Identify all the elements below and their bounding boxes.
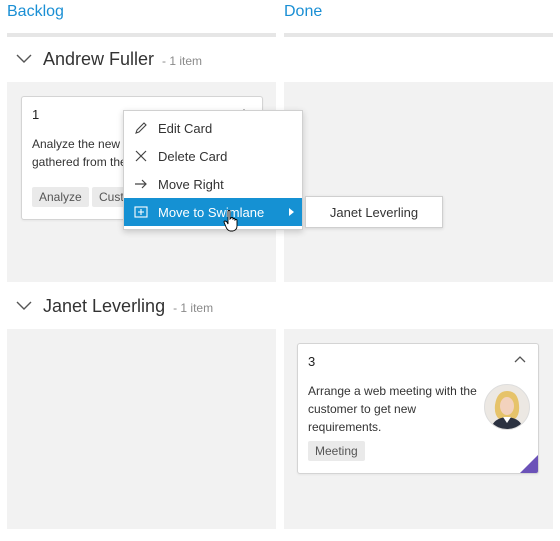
card-id: 1: [32, 107, 40, 122]
card-tag: Analyze: [32, 187, 89, 207]
swimlane-header-janet-leverling[interactable]: Janet Leverling - 1 item: [7, 284, 553, 328]
card-text-line: Arrange a web meeting with the: [308, 384, 477, 398]
move-icon: [133, 204, 149, 220]
avatar: [484, 384, 530, 430]
card-text-line: gathered from the: [32, 155, 127, 169]
kanban-card-3[interactable]: 3 Arrange a web meeting with the custome…: [297, 343, 539, 474]
column-header-done: Done: [284, 3, 323, 20]
menu-item-edit-card[interactable]: Edit Card: [124, 114, 302, 142]
close-icon: [133, 148, 149, 164]
swimlane-name: Janet Leverling: [43, 295, 166, 316]
pencil-icon: [133, 120, 149, 136]
hand-cursor-icon: [223, 210, 238, 232]
swimlane-header-andrew-fuller[interactable]: Andrew Fuller - 1 item: [7, 37, 553, 81]
card-priority-corner: [520, 455, 538, 473]
swimlane-cell-janet-backlog: [7, 329, 276, 529]
menu-item-label: Edit Card: [158, 120, 213, 136]
submenu-item-janet-leverling[interactable]: Janet Leverling: [305, 196, 443, 228]
card-text-line: customer to get new: [308, 402, 417, 416]
menu-item-label: Delete Card: [158, 148, 228, 164]
column-header-backlog: Backlog: [7, 3, 64, 20]
swimlane-cell-andrew-done: [284, 82, 553, 282]
swimlane-count: - 1 item: [162, 54, 203, 68]
menu-item-move-right[interactable]: Move Right: [124, 170, 302, 198]
card-tag: Meeting: [308, 441, 365, 461]
chevron-down-icon[interactable]: [15, 297, 33, 315]
menu-item-label: Move to Swimlane: [158, 204, 265, 220]
menu-item-delete-card[interactable]: Delete Card: [124, 142, 302, 170]
submenu-item-label: Janet Leverling: [329, 204, 419, 220]
card-text-line: requirements.: [308, 420, 382, 434]
chevron-up-icon[interactable]: [514, 350, 528, 364]
menu-item-move-to-swimlane[interactable]: Move to Swimlane: [124, 198, 302, 226]
menu-item-label: Move Right: [158, 176, 224, 192]
chevron-down-icon[interactable]: [15, 50, 33, 68]
card-id: 3: [308, 354, 316, 369]
swimlane-count: - 1 item: [173, 301, 214, 315]
card-text-line: Analyze the new r: [32, 137, 128, 151]
arrow-right-icon: [133, 176, 149, 192]
swimlane-name: Andrew Fuller: [43, 48, 155, 69]
submenu-arrow-icon: [289, 208, 294, 216]
context-menu: Edit Card Delete Card Move Right Move to…: [123, 110, 303, 230]
